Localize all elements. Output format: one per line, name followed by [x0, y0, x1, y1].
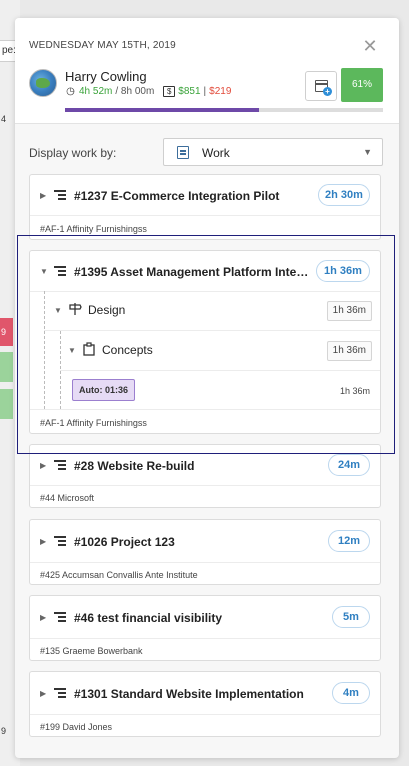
display-by-select[interactable]: Work ▼ — [163, 138, 383, 166]
project-card: ▶ #1026 Project 123 12m #425 Accumsan Co… — [29, 519, 381, 585]
project-client: #135 Graeme Bowerbank — [40, 646, 143, 656]
project-time-pill: 24m — [328, 454, 370, 476]
display-by-value: Work — [202, 146, 230, 160]
collapse-arrow-icon[interactable]: ▼ — [40, 267, 48, 276]
collapse-arrow-icon[interactable]: ▼ — [54, 306, 62, 315]
phase-label[interactable]: Design — [88, 303, 125, 317]
project-card: ▶ #28 Website Re-build 24m #44 Microsoft — [29, 444, 381, 508]
project-time-pill: 1h 36m — [316, 260, 370, 282]
user-stats: ◷ 4h 52m / 8h 00m $ $851 | $219 — [65, 86, 231, 97]
project-title[interactable]: #1395 Asset Management Platform Integra.… — [74, 265, 310, 279]
panel-header: WEDNESDAY MAY 15TH, 2019 ✕ Harry Cowling… — [15, 18, 399, 124]
project-tree-icon — [54, 190, 66, 201]
project-tree-icon — [54, 460, 66, 471]
avatar — [29, 69, 57, 97]
project-tree-icon — [54, 266, 66, 277]
expand-arrow-icon[interactable]: ▶ — [40, 689, 46, 698]
auto-timer: 01:36 — [105, 385, 129, 395]
expand-arrow-icon[interactable]: ▶ — [40, 461, 46, 470]
phase-time: 1h 36m — [326, 301, 372, 321]
project-title[interactable]: #46 test financial visibility — [74, 611, 306, 625]
project-client: #425 Accumsan Convallis Ante Institute — [40, 570, 198, 580]
project-client: #199 David Jones — [40, 722, 113, 732]
caret-down-icon: ▼ — [363, 147, 372, 157]
date-label: WEDNESDAY MAY 15TH, 2019 — [29, 40, 176, 51]
background-green-cell — [0, 352, 13, 382]
project-card-expanded: ▼ #1395 Asset Management Platform Integr… — [29, 250, 381, 434]
clipboard-icon — [82, 342, 96, 356]
auto-label: Auto: — [79, 385, 103, 395]
expand-arrow-icon[interactable]: ▶ — [40, 613, 46, 622]
project-title[interactable]: #1237 E-Commerce Integration Pilot — [74, 189, 306, 203]
project-card: ▶ #1237 E-Commerce Integration Pilot 2h … — [29, 174, 381, 240]
auto-timer-entry[interactable]: Auto: 01:36 — [72, 379, 136, 401]
money-other: $219 — [209, 86, 232, 97]
expand-arrow-icon[interactable]: ▶ — [40, 537, 46, 546]
day-progress-bar — [65, 108, 383, 112]
project-client: #44 Microsoft — [40, 493, 95, 503]
project-time-pill: 2h 30m — [318, 184, 370, 206]
task-time: 1h 36m — [326, 341, 372, 361]
clock-icon: ◷ — [66, 86, 75, 97]
entry-time: 1h 36m — [339, 386, 370, 396]
collapse-arrow-icon[interactable]: ▼ — [68, 346, 76, 355]
display-by-label: Display work by: — [29, 146, 117, 160]
user-name: Harry Cowling — [65, 69, 147, 84]
time-target: / 8h 00m — [115, 86, 155, 97]
time-logged: 4h 52m — [79, 86, 113, 97]
close-icon[interactable]: ✕ — [361, 37, 379, 56]
project-time-pill: 5m — [332, 606, 370, 628]
expand-arrow-icon[interactable]: ▶ — [40, 191, 46, 200]
timesheet-panel: WEDNESDAY MAY 15TH, 2019 ✕ Harry Cowling… — [15, 18, 399, 758]
add-calendar-button[interactable]: + — [305, 71, 337, 101]
project-time-pill: 4m — [332, 682, 370, 704]
background-number: 4 — [1, 114, 7, 124]
project-client: #AF-1 Affinity Furnishingss — [40, 418, 147, 428]
task-label[interactable]: Concepts — [102, 343, 153, 357]
cash-icon: $ — [163, 86, 176, 97]
project-tree-icon — [54, 688, 66, 699]
money-separator: | — [203, 86, 207, 97]
project-card: ▶ #46 test financial visibility 5m #135 … — [29, 595, 381, 661]
background-red-cell: 9 — [0, 318, 13, 346]
project-card: ▶ #1301 Standard Website Implementation … — [29, 671, 381, 737]
project-tree-icon — [54, 612, 66, 623]
project-client: #AF-1 Affinity Furnishingss — [40, 224, 147, 234]
money-earned: $851 — [178, 86, 201, 97]
document-icon — [177, 146, 189, 159]
plus-icon: + — [323, 87, 332, 96]
background-number: 9 — [1, 726, 7, 736]
percent-badge[interactable]: 61% — [341, 68, 383, 102]
background-green-cell — [0, 389, 13, 419]
project-title[interactable]: #1026 Project 123 — [74, 535, 306, 549]
project-title[interactable]: #1301 Standard Website Implementation — [74, 687, 320, 701]
signpost-icon — [68, 302, 82, 316]
project-time-pill: 12m — [328, 530, 370, 552]
project-tree-icon — [54, 536, 66, 547]
project-title[interactable]: #28 Website Re-build — [74, 459, 306, 473]
